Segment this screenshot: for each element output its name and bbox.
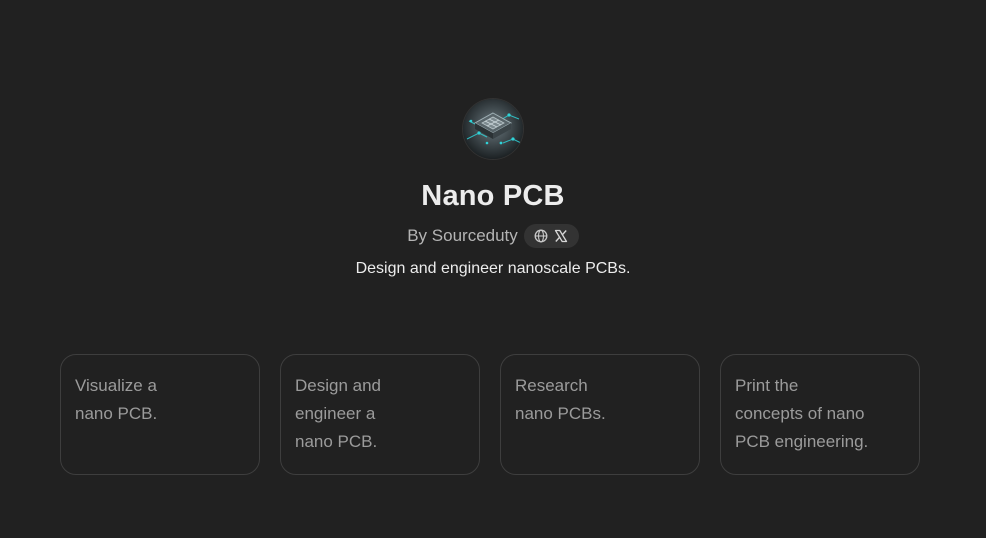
x-icon[interactable] — [553, 228, 569, 244]
gpt-header: Nano PCB By Sourceduty Design and engine… — [0, 99, 986, 279]
gpt-avatar — [463, 99, 523, 159]
starter-label: Print the concepts of nano PCB engineeri… — [735, 376, 869, 451]
starter-card[interactable]: Research nano PCBs. — [500, 354, 700, 475]
starter-label: Research nano PCBs. — [515, 376, 606, 423]
conversation-starters: Visualize a nano PCB. Design and enginee… — [60, 354, 920, 475]
globe-icon[interactable] — [533, 228, 549, 244]
gpt-title: Nano PCB — [421, 180, 565, 212]
gpt-landing: Nano PCB By Sourceduty Design and engine… — [0, 0, 986, 538]
starter-card[interactable]: Print the concepts of nano PCB engineeri… — [720, 354, 920, 475]
starter-card[interactable]: Design and engineer a nano PCB. — [280, 354, 480, 475]
starter-label: Design and engineer a nano PCB. — [295, 376, 382, 451]
circuit-chip-icon — [463, 99, 523, 159]
gpt-description: Design and engineer nanoscale PCBs. — [355, 260, 631, 277]
starter-label: Visualize a nano PCB. — [75, 376, 158, 423]
social-links — [523, 224, 579, 248]
byline: By Sourceduty — [407, 223, 579, 249]
author-name: By Sourceduty — [407, 226, 518, 245]
starter-card[interactable]: Visualize a nano PCB. — [60, 354, 260, 475]
